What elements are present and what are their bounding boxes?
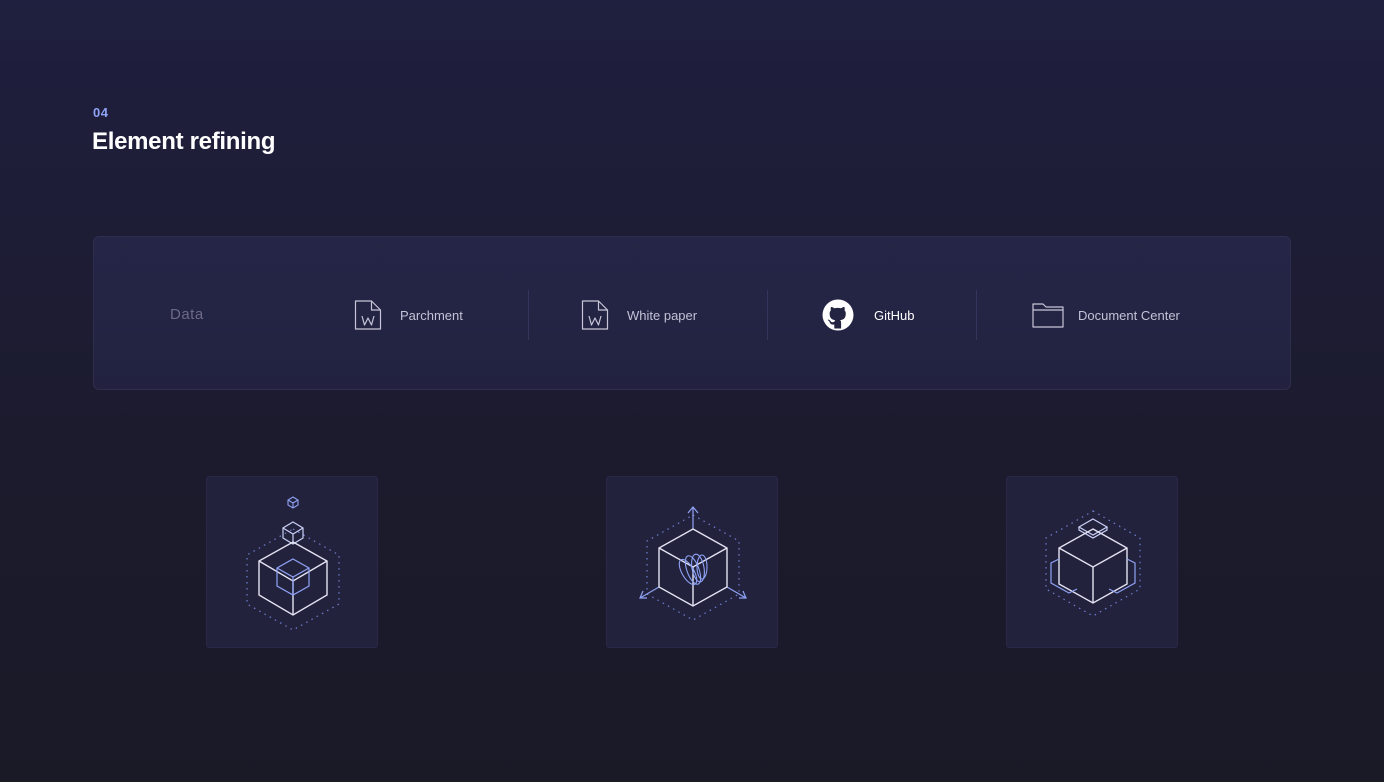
parchment-label: Parchment [400, 307, 463, 323]
cube-stack-icon [246, 496, 340, 631]
illustration-card [206, 476, 378, 648]
document-center-label: Document Center [1078, 307, 1180, 323]
section-number: 04 [93, 105, 109, 120]
cube-axes-icon [639, 506, 747, 621]
section-title: Element refining [92, 128, 276, 155]
github-icon [822, 298, 854, 332]
white-paper-link[interactable]: White paper [580, 297, 697, 333]
cube-modules-icon [1045, 510, 1141, 617]
divider [528, 290, 529, 340]
divider [976, 290, 977, 340]
data-label: Data [170, 306, 204, 323]
data-links-bar: Data Parchment White paper GitHub Docume… [93, 236, 1291, 390]
divider [767, 290, 768, 340]
word-document-icon [353, 298, 385, 332]
document-center-link[interactable]: Document Center [1031, 297, 1180, 333]
illustration-card [1006, 476, 1178, 648]
illustration-card [606, 476, 778, 648]
white-paper-label: White paper [627, 307, 698, 323]
parchment-link[interactable]: Parchment [353, 297, 463, 333]
folder-icon [1031, 298, 1064, 332]
word-document-icon [580, 298, 612, 332]
github-label: GitHub [874, 307, 915, 323]
github-link[interactable]: GitHub [822, 297, 914, 333]
